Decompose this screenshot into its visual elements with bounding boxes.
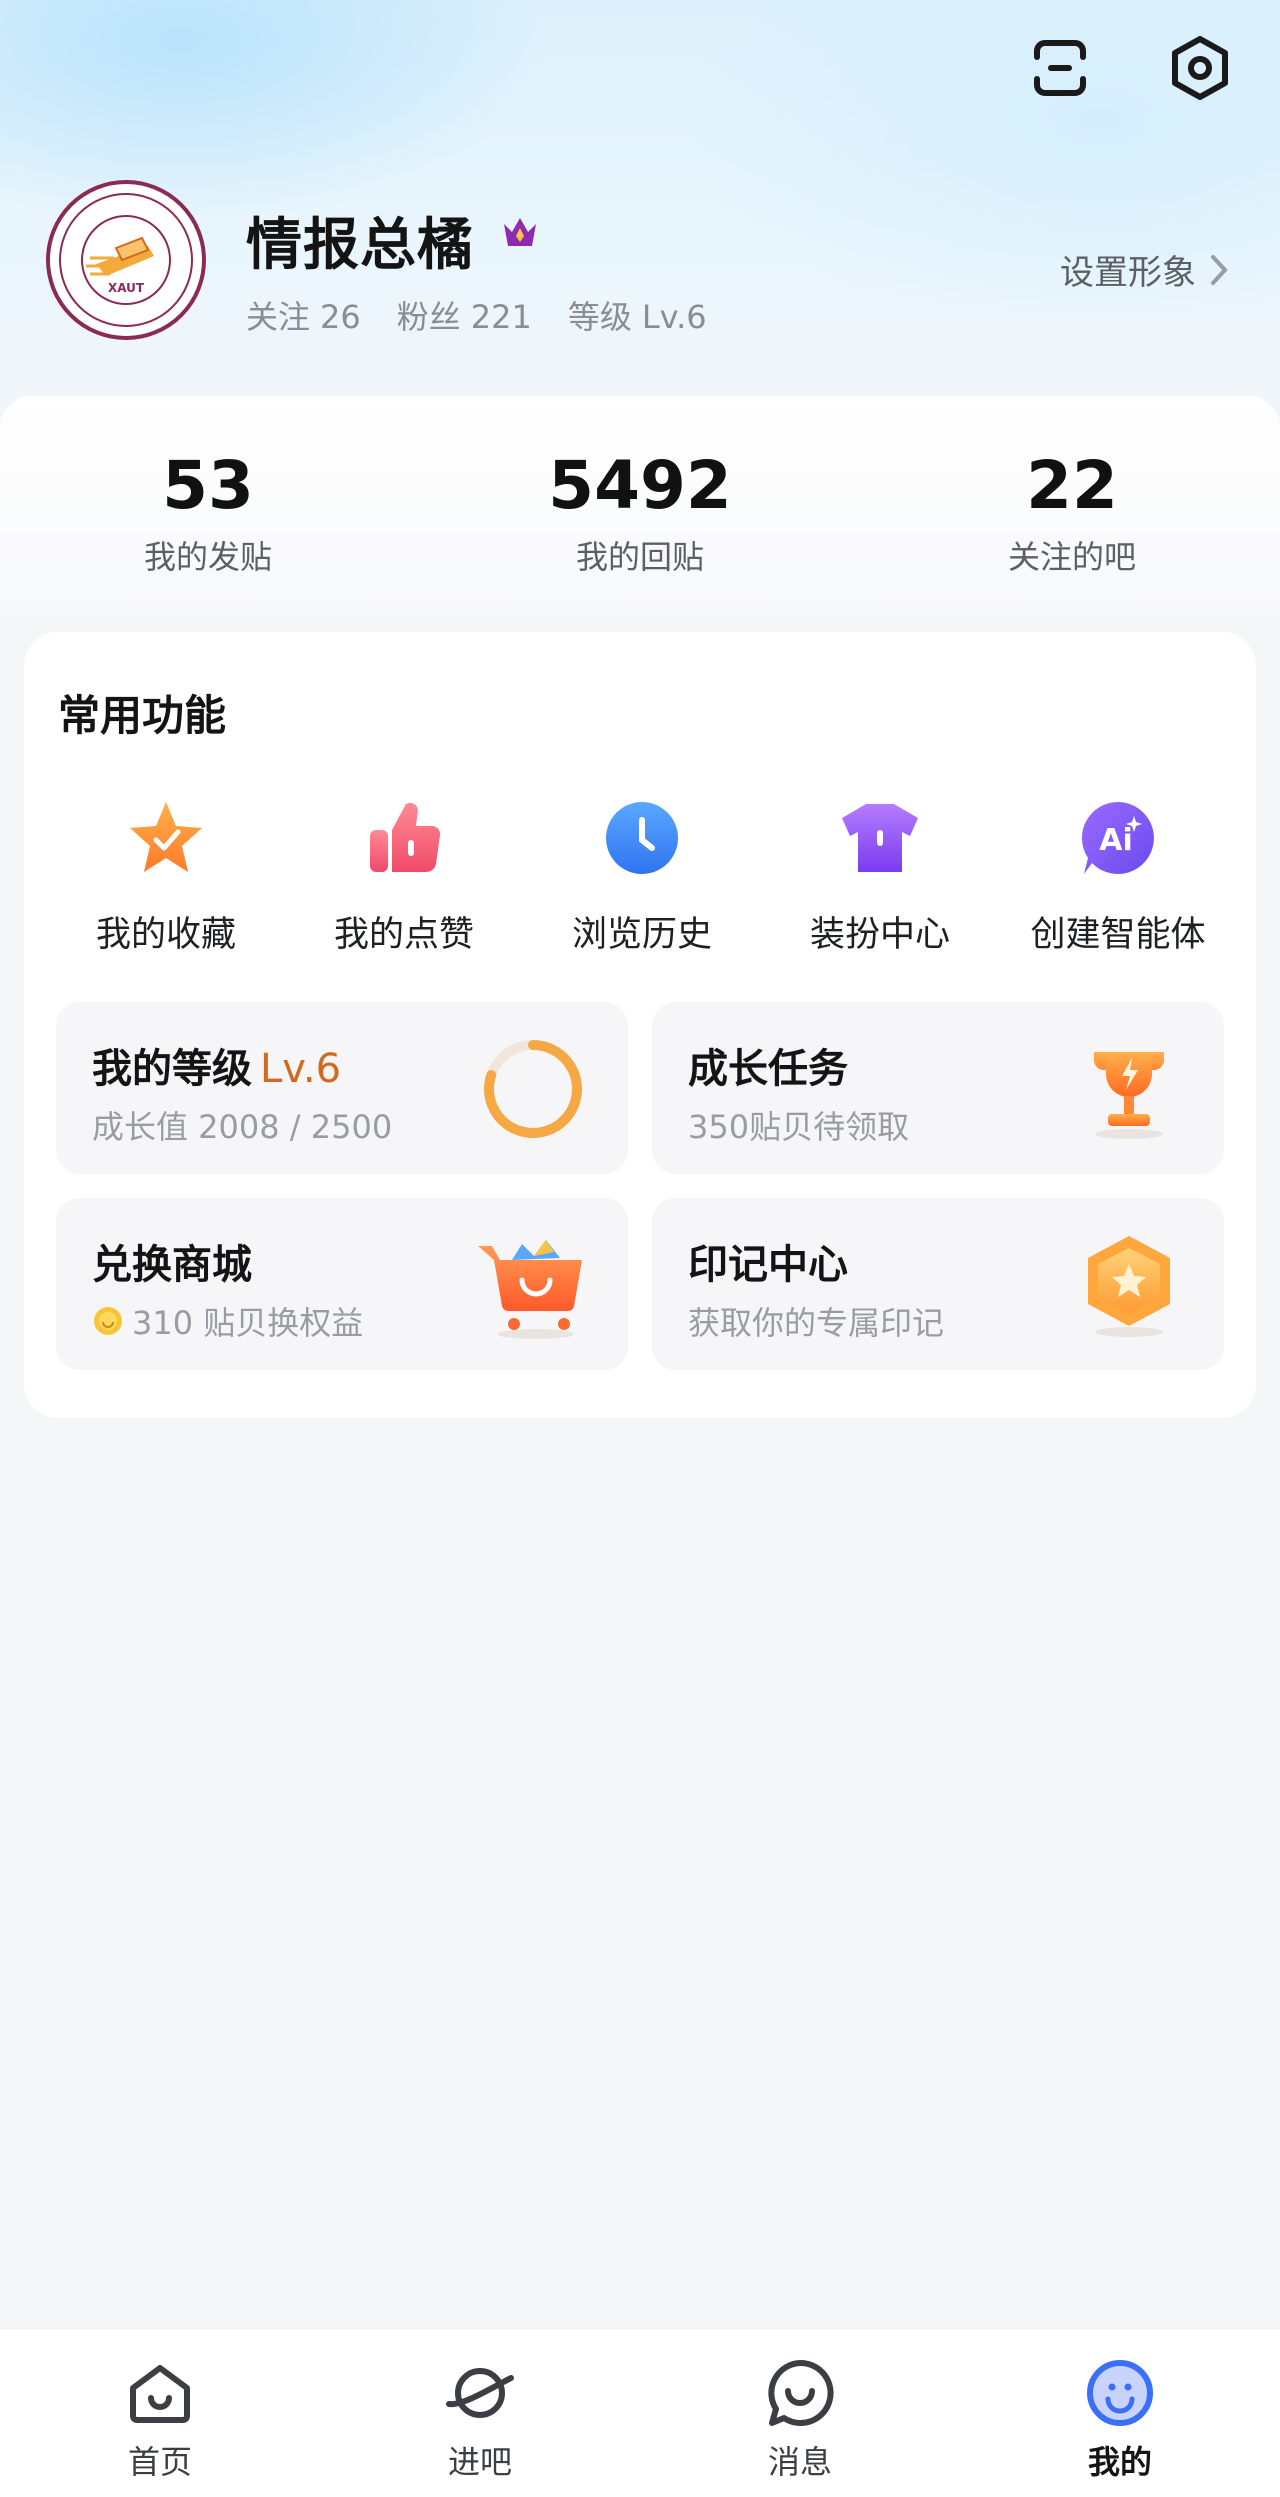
gear-icon: [1172, 36, 1228, 100]
clock-icon: [606, 802, 678, 874]
profile-stats: 关注 26 粉丝 221 等级 Lv.6: [246, 292, 707, 338]
scan-icon: [1034, 40, 1086, 96]
chevron-right-icon: [1211, 254, 1228, 285]
counts-card: 53 我的发贴 5492 我的回贴 22 关注的吧: [0, 396, 1280, 616]
my-posts-count[interactable]: 53 我的发贴: [58, 446, 358, 578]
growth-tasks-tile[interactable]: 成长任务 350贴贝待领取: [652, 1002, 1224, 1174]
top-toolbar: [1020, 28, 1240, 108]
level-progress-ring: [474, 1030, 592, 1148]
svg-text:XAUT: XAUT: [108, 281, 145, 295]
bottom-tab-bar: 首页 进吧 消息 我的: [0, 2328, 1280, 2497]
university-logo-icon: XAUT: [59, 193, 193, 327]
tab-mine[interactable]: 我的: [960, 2329, 1280, 2497]
shopping-cart-icon: [478, 1240, 582, 1339]
scan-button[interactable]: [1020, 28, 1100, 108]
my-level-tile[interactable]: 我的等级 Lv.6 成长值 2008 / 2500: [56, 1002, 628, 1174]
favorites-button[interactable]: 我的收藏: [46, 796, 286, 957]
trophy-icon: [1094, 1052, 1164, 1139]
tab-messages[interactable]: 消息: [640, 2329, 960, 2497]
set-avatar-link[interactable]: 设置形象: [1060, 245, 1228, 294]
level-stat[interactable]: 等级 Lv.6: [568, 292, 707, 338]
hexagon-badge-icon: [1088, 1236, 1170, 1337]
set-avatar-label: 设置形象: [1060, 253, 1196, 293]
coin-icon: [94, 1307, 122, 1335]
planet-icon: [446, 2368, 514, 2418]
avatar[interactable]: XAUT: [46, 180, 206, 340]
section-title: 常用功能: [58, 691, 227, 740]
tshirt-icon: [842, 804, 918, 872]
username: 情报总橘: [246, 213, 474, 278]
settings-button[interactable]: [1160, 28, 1240, 108]
message-icon: [768, 2359, 834, 2426]
home-icon: [130, 2365, 190, 2423]
exchange-mall-tile[interactable]: 兑换商城 310 贴贝换权益: [56, 1198, 628, 1370]
badge-center-tile[interactable]: 印记中心 获取你的专属印记: [652, 1198, 1224, 1370]
profile-smile-icon: [1087, 2360, 1153, 2426]
tab-enter-bar[interactable]: 进吧: [320, 2329, 640, 2497]
create-agent-button[interactable]: Ai 创建智能体: [998, 796, 1238, 957]
common-functions-card: 常用功能 我的收藏 我的点赞 浏览历史 装扮中心 Ai 创建智能体 我的等级 L…: [24, 632, 1256, 1418]
history-button[interactable]: 浏览历史: [522, 796, 762, 957]
likes-button[interactable]: 我的点赞: [284, 796, 524, 957]
following-stat[interactable]: 关注 26: [246, 292, 361, 338]
vip-crown-icon: [504, 218, 536, 246]
dressup-center-button[interactable]: 装扮中心: [760, 796, 1000, 957]
star-icon: [130, 802, 202, 872]
followed-bars-count[interactable]: 22 关注的吧: [922, 446, 1222, 578]
tab-home[interactable]: 首页: [0, 2329, 320, 2497]
thumbs-up-icon: [370, 802, 441, 873]
my-replies-count[interactable]: 5492 我的回贴: [490, 446, 790, 578]
fans-stat[interactable]: 粉丝 221: [397, 292, 532, 338]
ai-icon: Ai: [1081, 801, 1154, 874]
svg-text:Ai: Ai: [1099, 823, 1133, 858]
